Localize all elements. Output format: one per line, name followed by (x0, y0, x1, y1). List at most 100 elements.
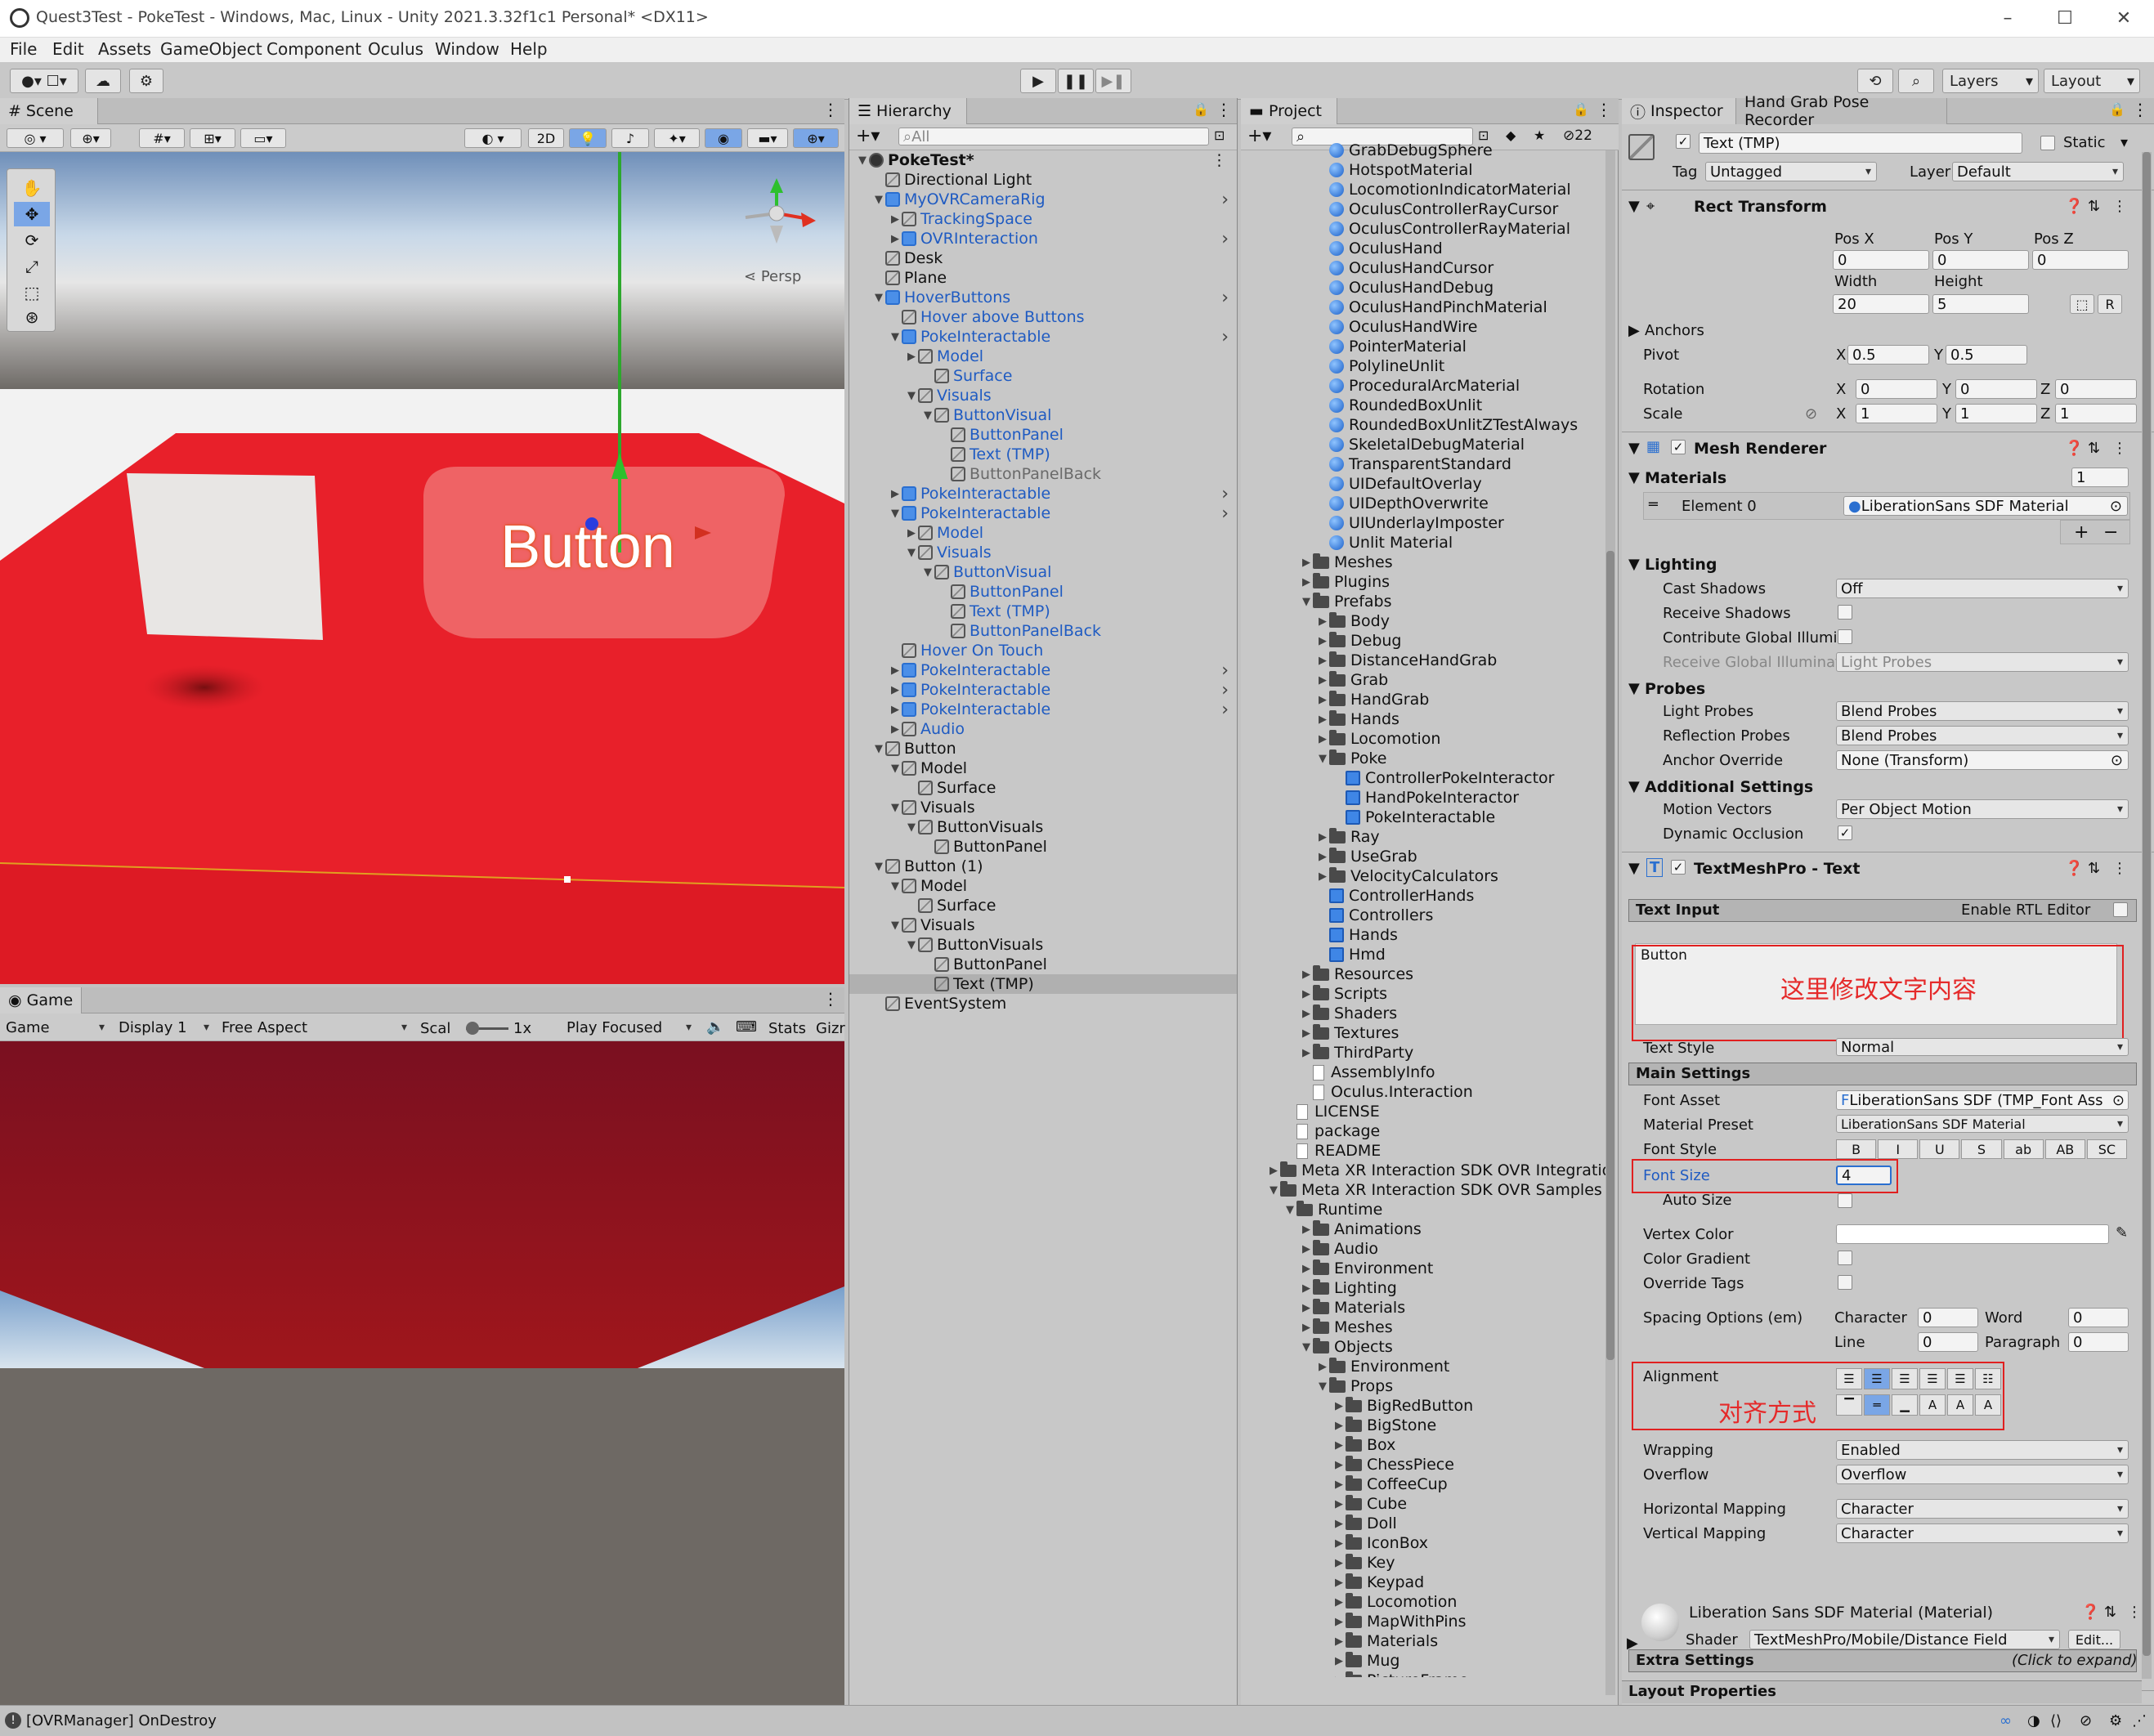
inspector-lock-icon[interactable]: 🔒 (2109, 101, 2125, 117)
expand-arrow-icon[interactable]: ▶ (1316, 1361, 1329, 1373)
font-style-button-0[interactable]: B (1836, 1139, 1877, 1159)
hierarchy-item[interactable]: ButtonPanelBack (849, 464, 1237, 484)
inspector-scroll-thumb[interactable] (2143, 152, 2151, 1656)
expand-arrow-icon[interactable]: ▶ (1316, 694, 1329, 706)
hierarchy-item[interactable]: ▶ PokeInteractable › (849, 680, 1237, 700)
pivot-x-field[interactable]: 0.5 (1847, 345, 1929, 365)
wrapping-dropdown[interactable]: Enabled (1836, 1440, 2129, 1460)
expand-arrow-icon[interactable]: ▶ (1316, 851, 1329, 863)
expand-arrow-icon[interactable]: ▶ (889, 704, 902, 716)
stats-button[interactable]: Stats (768, 1020, 806, 1037)
persp-label[interactable]: ⋖ Persp (744, 268, 801, 285)
hierarchy-item[interactable]: ButtonPanel (849, 582, 1237, 602)
play-icon[interactable]: ▶ (1020, 69, 1056, 93)
align-top-icon[interactable]: ▔ (1836, 1394, 1862, 1416)
status-message[interactable]: [OVRManager] OnDestroy (26, 1712, 217, 1729)
hierarchy-item[interactable]: ▼ PokeTest* ⋮ (849, 150, 1237, 170)
project-item[interactable]: Oculus.Interaction (1241, 1082, 1473, 1102)
hierarchy-item[interactable]: Directional Light (849, 170, 1237, 190)
tab-project[interactable]: ▬ Project (1241, 98, 1337, 124)
project-item[interactable]: ControllerPokeInteractor (1241, 768, 1554, 788)
project-item[interactable]: ▶ Debug (1241, 631, 1401, 651)
remove-element-icon[interactable]: − (2103, 522, 2118, 543)
reflection-probes-dropdown[interactable]: Blend Probes (1836, 726, 2129, 745)
expand-arrow-icon[interactable]: ▶ (1300, 1047, 1313, 1059)
contribute-gi-checkbox[interactable] (1838, 629, 1852, 644)
hierarchy-item[interactable]: Text (TMP) (849, 445, 1237, 464)
align-baseline-icon[interactable]: A (1919, 1394, 1946, 1416)
static-checkbox[interactable] (2040, 136, 2055, 150)
project-item[interactable]: LICENSE (1241, 1102, 1380, 1121)
project-item[interactable]: PolylineUnlit (1241, 356, 1444, 376)
tmp-enabled-checkbox[interactable]: ✓ (1671, 860, 1686, 875)
project-item[interactable]: ▶ BigRedButton (1241, 1396, 1473, 1416)
tag-dropdown[interactable]: Untagged (1705, 162, 1877, 181)
project-item[interactable]: ▶ Box (1241, 1435, 1395, 1455)
expand-arrow-icon[interactable]: ▶ (1332, 1616, 1346, 1628)
expand-arrow-icon[interactable]: ▶ (1316, 615, 1329, 628)
project-item[interactable]: Hands (1241, 925, 1398, 945)
expand-arrow-icon[interactable]: ▼ (1267, 1184, 1280, 1197)
layers-dropdown[interactable]: Layers ▾ (1942, 69, 2039, 93)
project-item[interactable]: AssemblyInfo (1241, 1063, 1435, 1082)
font-style-button-5[interactable]: AB (2044, 1139, 2085, 1159)
expand-arrow-icon[interactable]: ▶ (1332, 1557, 1346, 1569)
project-item[interactable]: UIDepthOverwrite (1241, 494, 1489, 513)
expand-arrow-icon[interactable]: ▶ (1300, 1322, 1313, 1334)
hierarchy-item[interactable]: Surface (849, 896, 1237, 915)
project-item[interactable]: ▶ ThirdParty (1241, 1043, 1413, 1063)
camera-icon[interactable]: ▬▾ (747, 128, 788, 148)
override-tags-checkbox[interactable] (1838, 1275, 1852, 1290)
expand-arrow-icon[interactable]: ▶ (1300, 969, 1313, 981)
align-right-icon[interactable]: ☰ (1892, 1368, 1918, 1389)
expand-arrow-icon[interactable]: ▼ (889, 802, 902, 814)
expand-arrow-icon[interactable]: ▶ (889, 684, 902, 696)
global-icon[interactable]: ⊕▾ (70, 128, 111, 148)
project-item[interactable]: ▼ Props (1241, 1376, 1393, 1396)
project-lock-icon[interactable]: 🔒 (1573, 101, 1589, 117)
hierarchy-item[interactable]: ▶ Model (849, 523, 1237, 543)
cloud-icon[interactable]: ☁ (85, 69, 121, 93)
rotation-z-field[interactable]: 0 (2055, 379, 2137, 399)
open-prefab-arrow-icon[interactable]: › (1221, 229, 1229, 249)
hierarchy-item[interactable]: ▼ PokeInteractable › (849, 503, 1237, 524)
expand-arrow-icon[interactable]: ▶ (1300, 1263, 1313, 1275)
lighting-label[interactable]: Lighting (1645, 556, 1717, 574)
project-scrollbar[interactable] (1605, 150, 1615, 1695)
project-item[interactable]: ▼ Prefabs (1241, 592, 1392, 611)
anchors-label[interactable]: Anchors (1645, 322, 1704, 339)
hierarchy-item[interactable]: ▶ Model (849, 347, 1237, 366)
open-prefab-arrow-icon[interactable]: › (1221, 503, 1229, 524)
anchors-fold-icon[interactable]: ▶ (1628, 322, 1640, 339)
width-field[interactable]: 20 (1833, 294, 1929, 314)
expand-arrow-icon[interactable]: ▶ (889, 213, 902, 226)
menu-component[interactable]: Component (266, 39, 361, 59)
expand-arrow-icon[interactable]: ▼ (905, 390, 918, 402)
project-item[interactable]: ▶ Doll (1241, 1514, 1397, 1533)
additional-fold-icon[interactable]: ▼ (1628, 778, 1640, 795)
word-spacing-field[interactable]: 0 (2068, 1308, 2129, 1327)
menu-window[interactable]: Window (435, 39, 499, 59)
hierarchy-item[interactable]: Hover above Buttons (849, 307, 1237, 327)
keyboard-icon[interactable]: ⌨ (736, 1018, 757, 1036)
blueprint-mode-icon[interactable]: ⬚ (2070, 294, 2094, 314)
tab-inspector[interactable]: ⓘ Inspector (1622, 98, 1736, 124)
effects-icon[interactable]: ✦▾ (654, 128, 700, 148)
hierarchy-item[interactable]: ▼ Visuals (849, 915, 1237, 935)
hierarchy-item[interactable]: ▼ Model (849, 758, 1237, 778)
project-item[interactable]: Hmd (1241, 945, 1386, 964)
inspector-more-icon[interactable]: ⋮ (2132, 100, 2148, 119)
open-prefab-arrow-icon[interactable]: › (1221, 288, 1229, 308)
scale-tool-icon[interactable]: ⤢ (14, 254, 50, 279)
expand-arrow-icon[interactable]: ▶ (1316, 831, 1329, 843)
auto-size-checkbox[interactable] (1838, 1193, 1852, 1208)
expand-arrow-icon[interactable]: ▶ (889, 664, 902, 677)
expand-arrow-icon[interactable]: ▶ (1316, 870, 1329, 883)
project-item[interactable]: ▶ Meshes (1241, 553, 1393, 572)
font-picker-icon[interactable]: ⊙ (2111, 1091, 2125, 1109)
project-item[interactable]: ▶ Textures (1241, 1023, 1399, 1043)
v-mapping-dropdown[interactable]: Character (1836, 1523, 2129, 1543)
expand-arrow-icon[interactable]: ▶ (1316, 733, 1329, 745)
element0-field[interactable]: ● LiberationSans SDF Material ⊙ (1843, 496, 2128, 516)
mesh-renderer-fold-icon[interactable]: ▼ (1628, 440, 1640, 457)
